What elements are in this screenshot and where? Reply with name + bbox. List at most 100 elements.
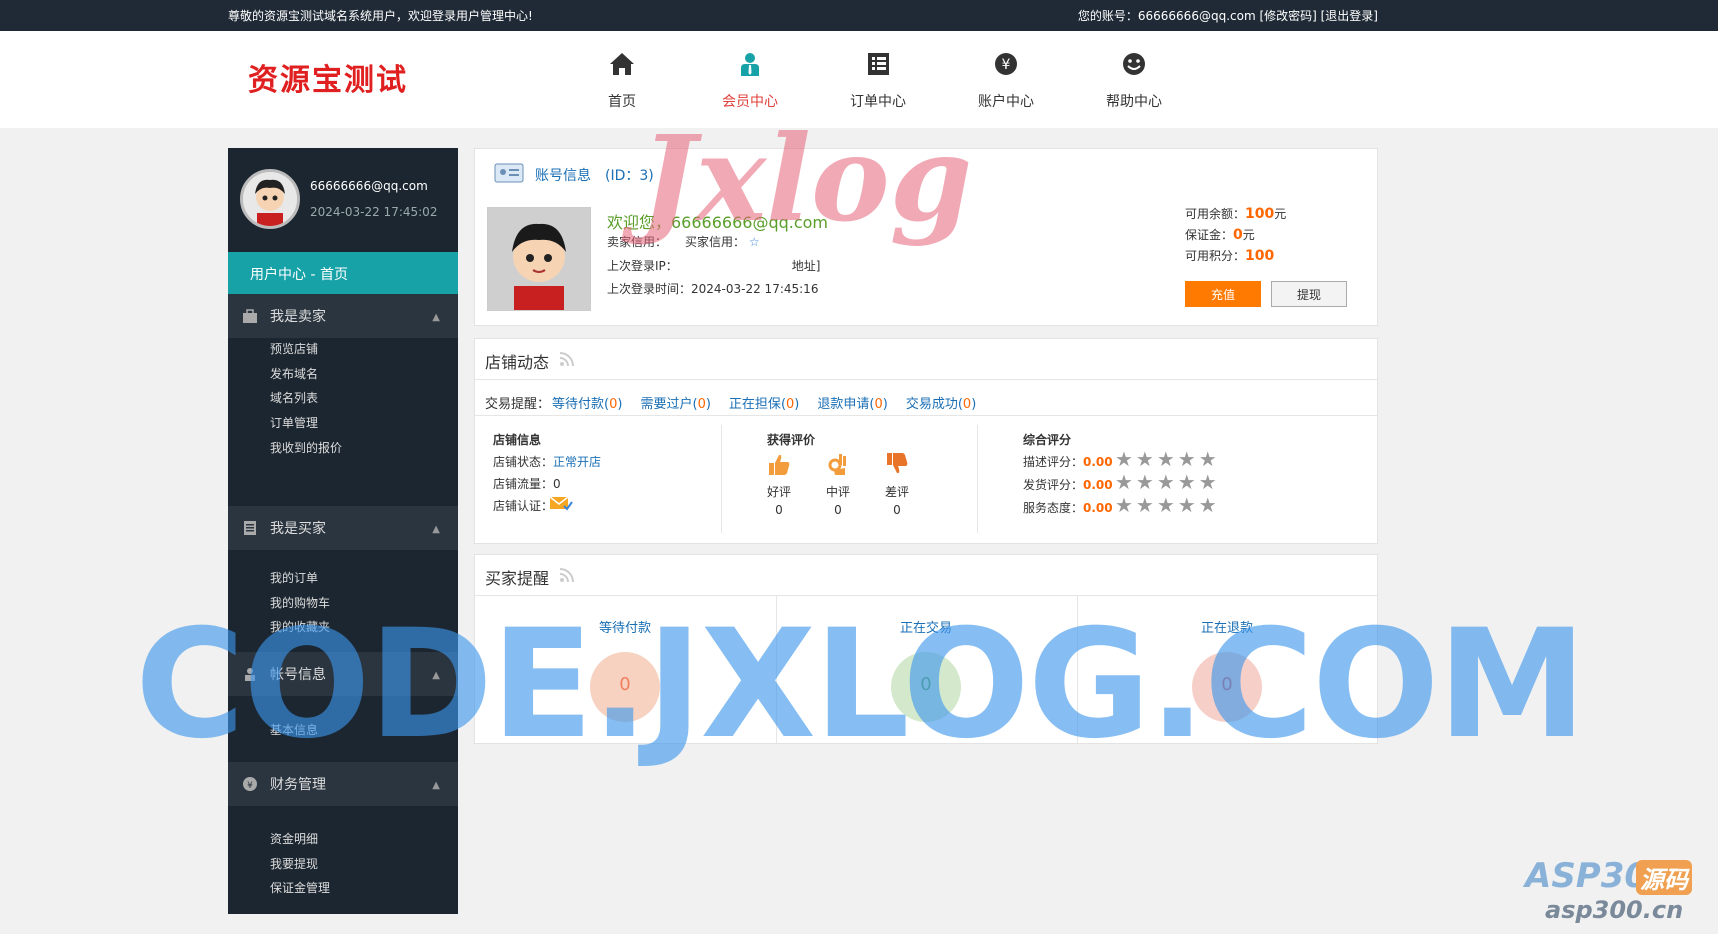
shop-cert: 店铺认证：	[493, 499, 554, 513]
desc-score: 描述评分：0.00	[1023, 455, 1113, 469]
balance-line: 可用余额：100元	[1185, 206, 1287, 222]
nav-label: 账户中心	[978, 94, 1034, 110]
deposit-value: 0	[1233, 227, 1243, 243]
column-divider	[977, 425, 978, 533]
trade-reminders: 交易提醒： 等待付款(0) 需要过户(0) 正在担保(0) 退款申请(0) 交易成功(0)	[485, 393, 976, 412]
group-label: 我是买家	[270, 521, 326, 537]
trade-refund[interactable]: 退款申请(0)	[817, 397, 887, 412]
sidebar-link-my-orders[interactable]: 我的订单	[270, 569, 318, 586]
trade-label: 交易提醒：	[485, 397, 551, 412]
home-icon	[610, 53, 634, 75]
column-divider	[721, 425, 722, 533]
sidebar-link-withdraw[interactable]: 我要提现	[270, 855, 318, 872]
star-rating-icon: ★★★★★	[1115, 470, 1220, 494]
asp300-url-watermark: asp300.cn	[1545, 896, 1684, 924]
account-title: 账号信息 (ID：3)	[535, 168, 654, 184]
rss-icon	[559, 568, 574, 583]
divider	[475, 595, 1377, 596]
order-list-icon	[868, 53, 889, 75]
group-label: 我是卖家	[270, 309, 326, 325]
recharge-button[interactable]: 充值	[1185, 281, 1261, 307]
trade-in-escrow[interactable]: 正在担保(0)	[729, 397, 799, 412]
sidebar-home[interactable]: 用户中心 - 首页	[228, 252, 458, 294]
user-login-time: 2024-03-22 17:45:02	[310, 205, 438, 219]
deposit-line: 保证金：0元	[1185, 227, 1255, 243]
neutral-review-count: 0	[834, 503, 842, 517]
group-label: 财务管理	[270, 777, 326, 793]
asp300-badge: 源码	[1636, 860, 1692, 895]
star-rating-icon: ★★★★★	[1115, 447, 1220, 471]
smile-icon	[1123, 53, 1145, 75]
sidebar-link-preview-shop[interactable]: 预览店铺	[270, 340, 318, 357]
nav-member[interactable]: 会员中心	[700, 49, 800, 111]
shop-title: 店铺动态	[485, 353, 550, 372]
code-jxlog-watermark: CODE.JXLOG.COM	[135, 598, 1587, 772]
divider	[475, 415, 1377, 416]
nav-orders[interactable]: 订单中心	[828, 49, 928, 111]
trade-need-transfer[interactable]: 需要过户(0)	[640, 397, 710, 412]
buyer-title: 买家提醒	[485, 569, 550, 588]
good-review-label: 好评	[766, 485, 791, 499]
welcome-text: 尊敬的资源宝测试域名系统用户，欢迎登录用户管理中心!	[228, 9, 533, 23]
svg-text:¥: ¥	[1002, 57, 1011, 73]
review-title: 获得评价	[767, 433, 816, 447]
mail-verify-icon	[549, 496, 573, 511]
last-time-line: 上次登录时间：2024-03-22 17:45:16	[607, 282, 819, 296]
yuan-icon: ¥	[995, 53, 1017, 75]
score-title: 综合评分	[1023, 433, 1072, 447]
divider	[475, 379, 1377, 380]
chevron-up-icon: ▲	[432, 524, 440, 535]
ship-score: 发货评分：0.00	[1023, 478, 1113, 492]
list-icon	[244, 521, 256, 535]
nav-label: 首页	[608, 94, 636, 110]
service-score: 服务态度：0.00	[1023, 501, 1113, 515]
user-email: 66666666@qq.com	[310, 179, 428, 193]
sidebar-link-publish-domain[interactable]: 发布域名	[270, 365, 318, 382]
avatar	[240, 169, 300, 229]
sidebar-group-buyer[interactable]: 我是买家 ▲	[228, 506, 458, 550]
avatar-large	[487, 207, 591, 311]
thumbs-up-icon	[769, 454, 790, 475]
sidebar-user: 66666666@qq.com 2024-03-22 17:45:02	[228, 148, 458, 252]
sidebar-group-seller[interactable]: 我是卖家 ▲	[228, 294, 458, 338]
svg-text:¥: ¥	[247, 781, 253, 791]
member-icon	[741, 53, 759, 76]
bag-icon	[243, 309, 257, 323]
shop-info-title: 店铺信息	[493, 433, 542, 447]
neutral-review-label: 中评	[825, 485, 850, 499]
chevron-up-icon: ▲	[432, 312, 440, 323]
site-logo[interactable]: 资源宝测试	[248, 55, 408, 99]
sidebar-link-deposit[interactable]: 保证金管理	[270, 879, 330, 896]
account-links[interactable]: 您的账号：66666666@qq.com [修改密码] [退出登录]	[1078, 7, 1378, 24]
shop-traffic: 店铺流量：0	[493, 477, 561, 491]
sidebar-link-fund-detail[interactable]: 资金明细	[270, 830, 318, 847]
sidebar-link-domain-list[interactable]: 域名列表	[270, 389, 318, 406]
yuan-icon: ¥	[243, 777, 257, 791]
trade-waiting-pay[interactable]: 等待付款(0)	[552, 397, 622, 412]
chevron-up-icon: ▲	[432, 780, 440, 791]
points-value: 100	[1245, 248, 1275, 264]
rss-icon	[559, 352, 574, 367]
bad-review-label: 差评	[884, 485, 909, 499]
top-bar: 尊敬的资源宝测试域名系统用户，欢迎登录用户管理中心! 您的账号：66666666…	[0, 0, 1718, 31]
bad-review-count: 0	[893, 503, 901, 517]
withdraw-button[interactable]: 提现	[1271, 281, 1347, 307]
nav-account[interactable]: ¥ 账户中心	[956, 49, 1056, 111]
points-line: 可用积分：100	[1185, 248, 1275, 264]
shop-status-link[interactable]: 正常开店	[553, 455, 601, 469]
sidebar-link-order-manage[interactable]: 订单管理	[270, 414, 318, 431]
nav-home[interactable]: 首页	[572, 49, 672, 111]
trade-success[interactable]: 交易成功(0)	[906, 397, 976, 412]
nav-label: 会员中心	[722, 94, 778, 110]
nav-label: 帮助中心	[1106, 94, 1162, 110]
thumbs-down-icon	[887, 453, 908, 474]
sidebar: 66666666@qq.com 2024-03-22 17:45:02 用户中心…	[228, 148, 458, 914]
good-review-count: 0	[775, 503, 783, 517]
nav-label: 订单中心	[850, 94, 906, 110]
star-rating-icon: ★★★★★	[1115, 493, 1220, 517]
last-ip-line: 上次登录IP： 地址]	[607, 259, 821, 273]
sidebar-link-offers[interactable]: 我收到的报价	[270, 439, 342, 456]
nav-help[interactable]: 帮助中心	[1084, 49, 1184, 111]
jxlog-watermark: Jxlog	[640, 109, 973, 248]
balance-value: 100	[1245, 206, 1275, 222]
